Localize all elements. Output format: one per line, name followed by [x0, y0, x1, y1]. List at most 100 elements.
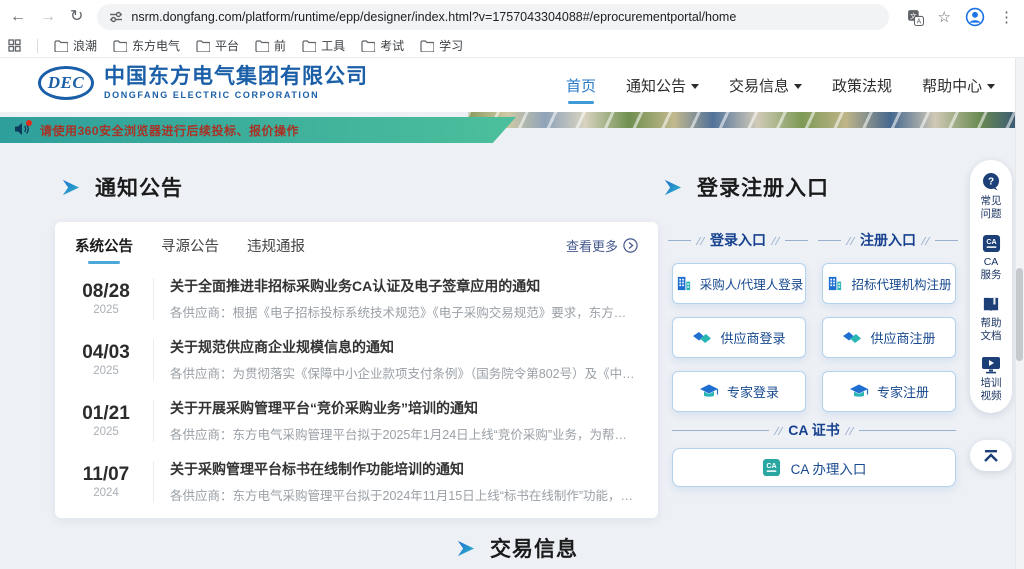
profile-avatar-icon[interactable]: [965, 7, 985, 27]
chevron-down-icon: [794, 84, 802, 89]
section-arrow-icon: [455, 538, 476, 559]
chevron-down-icon: [987, 84, 995, 89]
bookmark-folder[interactable]: 东方电气: [113, 37, 180, 54]
expert-login-button[interactable]: 专家登录: [672, 371, 806, 412]
notice-body: 关于规范供应商企业规模信息的通知 各供应商：为贯彻落实《保障中小企业款项支付条例…: [170, 337, 638, 382]
scrollbar-track[interactable]: [1015, 58, 1024, 569]
chevron-down-icon: [691, 84, 699, 89]
hero-banner-photo: [468, 112, 1024, 128]
notice-date-md: 08/28: [75, 281, 137, 302]
notice-date-year: 2025: [75, 365, 137, 377]
notice-title[interactable]: 关于开展采购管理平台“竞价采购业务”培训的通知: [170, 398, 638, 418]
notice-row[interactable]: 08/28 2025 关于全面推进非招标采购业务CA认证及电子签章应用的通知 各…: [75, 268, 638, 329]
site-header: DEC 中国东方电气集团有限公司 DONGFANG ELECTRIC CORPO…: [0, 58, 1024, 112]
training-videos-item[interactable]: 培训视频: [979, 356, 1003, 403]
bookmark-folder[interactable]: 平台: [196, 37, 239, 54]
bookmark-folder[interactable]: 考试: [361, 37, 404, 54]
notice-date-md: 11/07: [75, 464, 137, 485]
notice-desc: 各供应商：东方电气采购管理平台拟于2024年11月15日上线“标书在线制作”功能…: [170, 485, 638, 504]
button-label: 招标代理机构注册: [851, 274, 951, 293]
section-title-text: 交易信息: [490, 533, 578, 563]
expert-register-button[interactable]: 专家注册: [822, 371, 956, 412]
agency-register-button[interactable]: 招标代理机构注册: [822, 263, 956, 304]
back-icon[interactable]: ←: [10, 9, 26, 25]
notice-date-year: 2025: [75, 304, 137, 316]
site-settings-icon[interactable]: [109, 10, 123, 24]
scrollbar-thumb[interactable]: [1016, 268, 1023, 361]
toolbar-label: 常见问题: [979, 195, 1003, 221]
nav-trade-info[interactable]: 交易信息: [729, 58, 802, 112]
bookmark-folder[interactable]: 学习: [420, 37, 463, 54]
tab-system-notices[interactable]: 系统公告: [75, 231, 133, 260]
handshake-icon: [692, 330, 712, 345]
section-arrow-icon: [662, 177, 683, 198]
divider: [153, 400, 154, 442]
notice-title[interactable]: 关于规范供应商企业规模信息的通知: [170, 337, 638, 357]
help-docs-item[interactable]: 帮助文档: [979, 295, 1003, 343]
translate-icon[interactable]: 文 A: [907, 9, 924, 26]
folder-icon: [196, 40, 210, 52]
circle-arrow-right-icon: [623, 238, 638, 253]
bookmarks-bar: 浪潮 东方电气 平台 前 工具 考试 学习: [0, 34, 1024, 58]
button-label: 专家注册: [877, 382, 929, 401]
supplier-login-button[interactable]: 供应商登录: [672, 317, 806, 358]
bookmark-label: 学习: [439, 37, 463, 54]
divider: [153, 278, 154, 320]
tab-violation-reports[interactable]: 违规通报: [247, 231, 305, 260]
button-label: CA 办理入口: [791, 458, 867, 478]
section-title-text: 通知公告: [95, 172, 183, 202]
notice-list: 08/28 2025 关于全面推进非招标采购业务CA认证及电子签章应用的通知 各…: [75, 268, 638, 512]
notice-row[interactable]: 01/21 2025 关于开展采购管理平台“竞价采购业务”培训的通知 各供应商：…: [75, 390, 638, 451]
toolbar-label: CA服务: [979, 256, 1003, 282]
ca-badge-icon: CA: [762, 458, 781, 477]
folder-icon: [54, 40, 68, 52]
nav-notices[interactable]: 通知公告: [626, 58, 699, 112]
group-label: 注册入口: [860, 230, 916, 250]
ca-service-item[interactable]: CA CA服务: [979, 234, 1003, 282]
address-bar[interactable]: nsrm.dongfang.com/platform/runtime/epp/d…: [97, 4, 888, 30]
bookmark-star-icon[interactable]: ☆: [938, 8, 951, 26]
collapse-toolbar-button[interactable]: [970, 440, 1012, 471]
tab-sourcing-notices[interactable]: 寻源公告: [161, 231, 219, 260]
notice-date-md: 01/21: [75, 403, 137, 424]
toolbar-label: 帮助文档: [979, 317, 1003, 343]
notices-tabs: 系统公告 寻源公告 违规通报 查看更多: [75, 222, 638, 268]
bookmark-label: 工具: [321, 37, 345, 54]
view-more-link[interactable]: 查看更多: [566, 236, 638, 255]
supplier-register-button[interactable]: 供应商注册: [822, 317, 956, 358]
apps-grid-icon[interactable]: [8, 39, 21, 52]
bookmark-folder[interactable]: 浪潮: [54, 37, 97, 54]
notice-title[interactable]: 关于采购管理平台标书在线制作功能培训的通知: [170, 459, 638, 479]
building-icon: [826, 275, 843, 292]
menu-kebab-icon[interactable]: ⋮: [999, 8, 1014, 26]
forward-icon[interactable]: →: [40, 9, 56, 25]
register-group-header: 注册入口: [818, 230, 958, 250]
view-more-label: 查看更多: [566, 236, 618, 255]
nav-help-center[interactable]: 帮助中心: [922, 58, 995, 112]
url-text[interactable]: nsrm.dongfang.com/platform/runtime/epp/d…: [131, 10, 736, 24]
svg-text:CA: CA: [766, 462, 776, 470]
ca-badge-icon: CA: [982, 234, 1001, 253]
purchaser-login-button[interactable]: 采购人/代理人登录: [672, 263, 806, 304]
notice-row[interactable]: 04/03 2025 关于规范供应商企业规模信息的通知 各供应商：为贯彻落实《保…: [75, 329, 638, 390]
nav-policies[interactable]: 政策法规: [832, 58, 892, 112]
notice-title[interactable]: 关于全面推进非招标采购业务CA认证及电子签章应用的通知: [170, 276, 638, 296]
svg-text:CA: CA: [986, 238, 996, 246]
notice-body: 关于全面推进非招标采购业务CA认证及电子签章应用的通知 各供应商：根据《电子招标…: [170, 276, 638, 321]
folder-icon: [113, 40, 127, 52]
notice-desc: 各供应商：根据《电子招标投标系统技术规范》《电子采购交易规范》要求，东方电气采购…: [170, 302, 638, 321]
nav-label: 通知公告: [626, 75, 686, 96]
notice-row[interactable]: 11/07 2024 关于采购管理平台标书在线制作功能培训的通知 各供应商：东方…: [75, 451, 638, 512]
nav-home[interactable]: 首页: [566, 58, 596, 112]
bookmark-folder[interactable]: 工具: [302, 37, 345, 54]
nav-label: 帮助中心: [922, 75, 982, 96]
browser-actions: 文 A ☆ ⋮: [907, 7, 1014, 27]
site-logo[interactable]: DEC 中国东方电气集团有限公司 DONGFANG ELECTRIC CORPO…: [38, 66, 368, 100]
ca-apply-button[interactable]: CA CA 办理入口: [672, 448, 956, 487]
faq-item[interactable]: ? 常见问题: [979, 172, 1003, 221]
floating-toolbar: ? 常见问题 CA CA服务 帮助文档: [970, 160, 1012, 413]
folder-icon: [420, 40, 434, 52]
reload-icon[interactable]: ↻: [70, 9, 83, 25]
nav-label: 首页: [566, 75, 596, 96]
bookmark-folder[interactable]: 前: [255, 37, 286, 54]
